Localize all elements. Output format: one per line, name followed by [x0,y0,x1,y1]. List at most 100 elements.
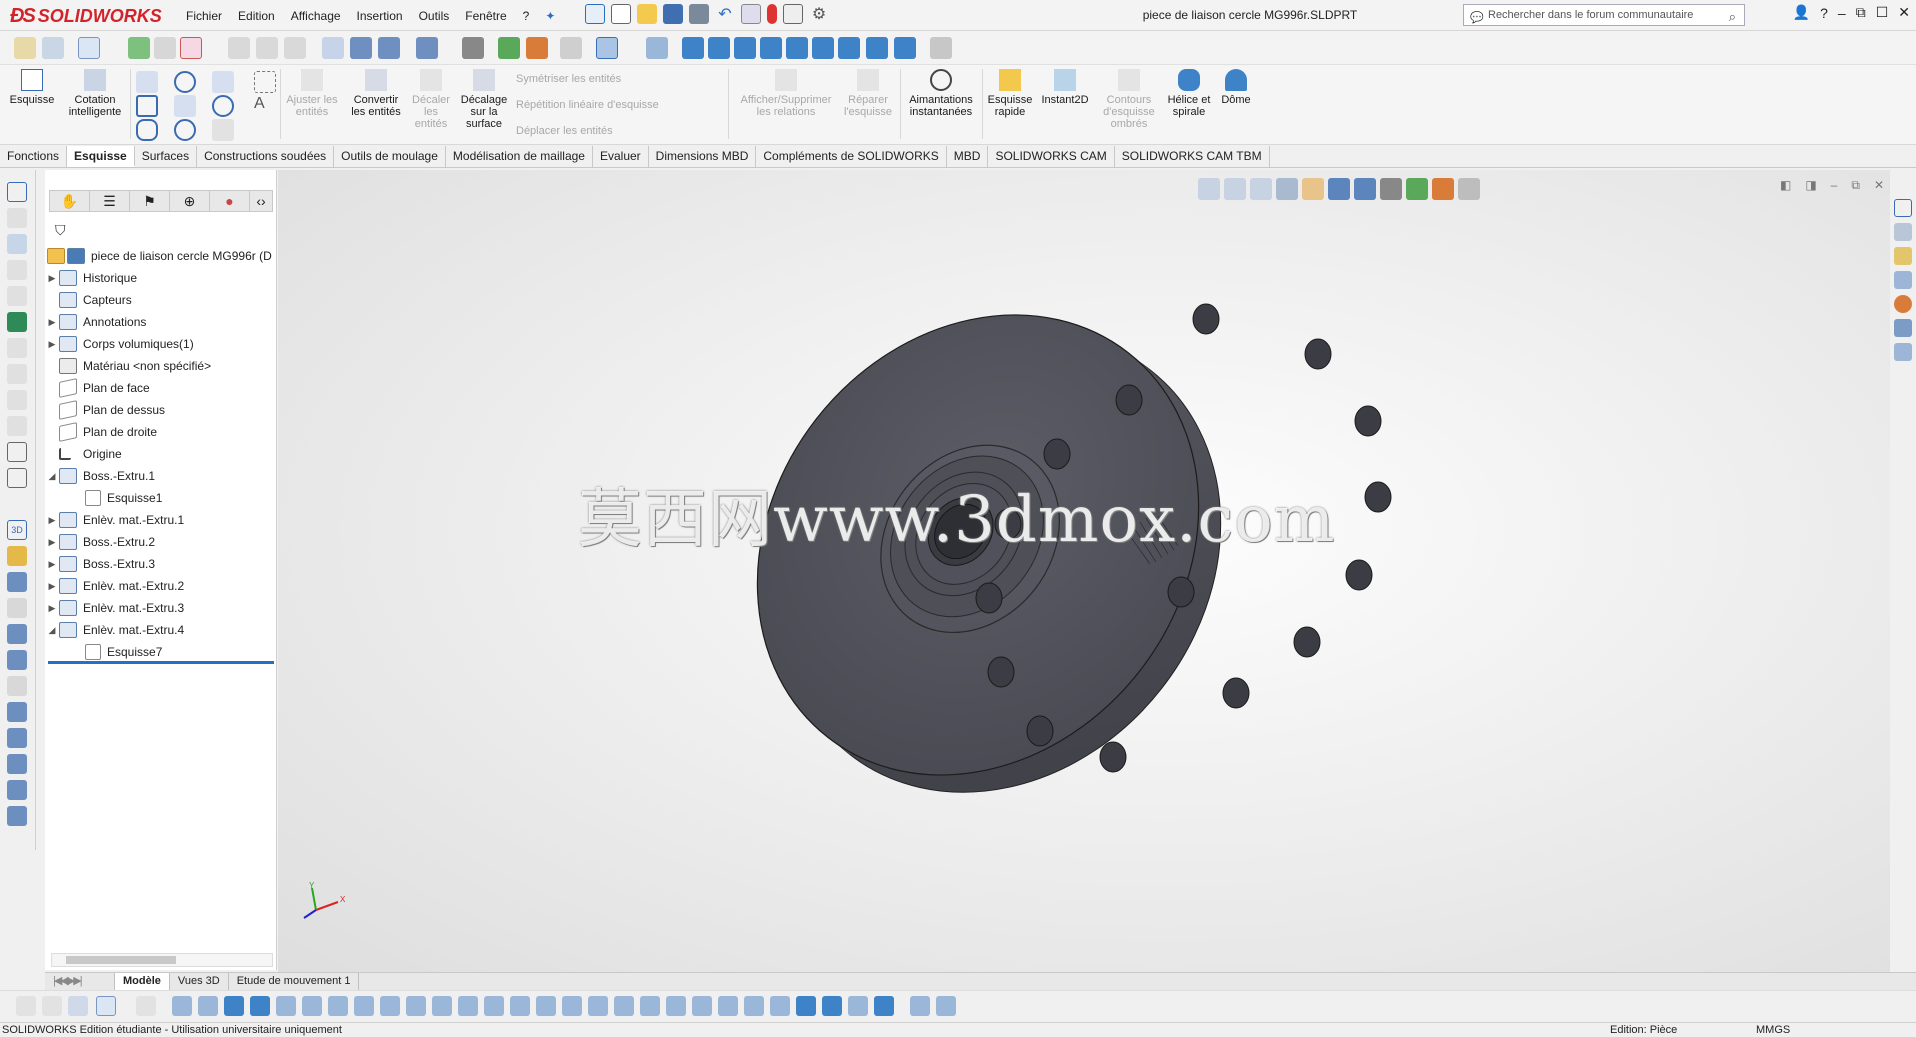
feature9-icon[interactable] [7,754,27,774]
dimxpert-icon[interactable]: ⊕ [170,191,210,211]
symetriser-button[interactable]: Symétriser les entités [516,73,706,85]
instant2d-button[interactable]: Instant2D [1038,69,1092,106]
filter-toggle-icon[interactable] [68,996,88,1016]
tree-item-cut3[interactable]: ▶ Enlèv. mat.-Extru.3 [45,597,184,619]
std-view6-icon[interactable] [812,37,834,59]
smart-dimension-icon[interactable] [42,37,64,59]
filter-pointer-icon[interactable] [136,996,156,1016]
filter-finish-icon[interactable] [666,996,686,1016]
tree-item-boss2[interactable]: ▶ Boss.-Extru.2 [45,531,155,553]
feature6-icon[interactable] [7,676,27,696]
filter-plane-icon[interactable] [302,996,322,1016]
reparer-button[interactable]: Réparer l'esquisse [840,69,896,118]
tree-item-annotations[interactable]: ▶ Annotations [45,311,146,333]
save-icon[interactable] [663,4,683,24]
collapse-arrow-icon[interactable]: ◢ [45,471,59,482]
3d-box-icon[interactable] [596,37,618,59]
tab-evaluer[interactable]: Evaluer [593,146,649,167]
menu-insertion[interactable]: Insertion [349,9,411,23]
tree-item-plan-droite[interactable]: Plan de droite [45,421,157,443]
filter-icon[interactable]: ⛉ [55,222,66,239]
tab-scroll-icon[interactable]: ‹› [250,191,272,211]
excel-icon[interactable] [7,312,27,332]
tree-item-plan-face[interactable]: Plan de face [45,377,150,399]
open-icon[interactable] [637,4,657,24]
filter-grid-icon[interactable] [848,996,868,1016]
solidworks-logo[interactable]: ƉS SOLIDWORKS [10,3,162,29]
filter-body-icon[interactable] [250,996,270,1016]
feature4-icon[interactable] [7,624,27,644]
circle-icon[interactable] [174,71,196,93]
expand-arrow-icon[interactable]: ▶ [45,559,59,570]
feature5-icon[interactable] [7,650,27,670]
select-icon[interactable] [78,37,100,59]
task-explorer-icon[interactable] [1894,247,1912,265]
contours-button[interactable]: Contours d'esquisse ombrés [1096,69,1162,130]
close-button[interactable]: ✕ [1898,4,1910,21]
list5-icon[interactable] [7,416,27,436]
text-icon[interactable]: A [254,95,276,117]
expand-arrow-icon[interactable]: ▶ [45,537,59,548]
zoom-fit-icon[interactable] [256,37,278,59]
filter-table-icon[interactable] [874,996,894,1016]
filter-surface-icon[interactable] [484,996,504,1016]
pan-icon[interactable] [284,37,306,59]
tree-item-cut2[interactable]: ▶ Enlèv. mat.-Extru.2 [45,575,184,597]
spline-icon[interactable] [212,71,234,93]
tab-surfaces[interactable]: Surfaces [135,146,198,167]
section-view-icon[interactable] [462,37,484,59]
point-icon[interactable] [254,71,276,93]
filter-datum-icon[interactable] [510,996,530,1016]
task-forum-icon[interactable] [1894,343,1912,361]
tab-modele[interactable]: Modèle [115,973,170,990]
filter-select-icon[interactable] [96,996,116,1016]
axis-icon[interactable] [646,37,668,59]
tab-constructions-soudees[interactable]: Constructions soudées [197,146,335,167]
std-view1-icon[interactable] [682,37,704,59]
menu-edition[interactable]: Edition [230,9,283,23]
ajuster-button[interactable]: Ajuster les entités [284,69,340,118]
tab-outils-moulage[interactable]: Outils de moulage [334,146,446,167]
tree-item-capteurs[interactable]: Capteurs [45,289,132,311]
colors-icon[interactable] [526,37,548,59]
expand-arrow-icon[interactable]: ▶ [45,515,59,526]
filter-balloon-icon[interactable] [588,996,608,1016]
deplacer-button[interactable]: Déplacer les entités [516,125,706,137]
rollback-bar[interactable] [48,661,274,664]
filter-dimension-icon[interactable] [458,996,478,1016]
decaler-button[interactable]: Décaler les entités [410,69,452,130]
esquisse-rapide-button[interactable]: Esquisse rapide [986,69,1034,118]
menu-outils[interactable]: Outils [411,9,458,23]
feature10-icon[interactable] [7,780,27,800]
units-selector[interactable]: MMGS [1756,1023,1790,1037]
menu-fichier[interactable]: Fichier [178,9,230,23]
task-home-icon[interactable] [1894,199,1912,217]
filter-route-icon[interactable] [796,996,816,1016]
sketch-tool-icon[interactable] [14,37,36,59]
tab-dimensions-mbd[interactable]: Dimensions MBD [649,146,757,167]
filter-pin-icon[interactable] [910,996,930,1016]
feature7-icon[interactable] [7,702,27,722]
tree-item-materiau[interactable]: Matériau <non spécifié> [45,355,211,377]
tree-item-esquisse1[interactable]: Esquisse1 [71,487,162,509]
filter-block-icon[interactable] [822,996,842,1016]
tab-esquisse[interactable]: Esquisse [67,146,135,167]
property-manager-icon[interactable]: ☰ [90,191,130,211]
maximize-button[interactable]: ☐ [1876,4,1889,21]
rebuild-icon[interactable] [767,4,777,24]
measure-icon[interactable] [930,37,952,59]
user-icon[interactable]: 👤 [1793,4,1810,21]
std-view9-icon[interactable] [894,37,916,59]
convertir-button[interactable]: Convertir les entités [346,69,406,118]
list-icon[interactable] [154,37,176,59]
sheet-icon[interactable] [7,208,27,228]
properties-icon[interactable] [7,234,27,254]
menu-fenetre[interactable]: Fenêtre [457,9,514,23]
feature2-icon[interactable] [7,572,27,592]
feature1-icon[interactable] [7,546,27,566]
expand-arrow-icon[interactable]: ▶ [45,603,59,614]
list3-icon[interactable] [7,364,27,384]
print-icon[interactable] [689,4,709,24]
aimantations-button[interactable]: Aimantations instantanées [904,69,978,118]
filter-flag-icon[interactable] [936,996,956,1016]
